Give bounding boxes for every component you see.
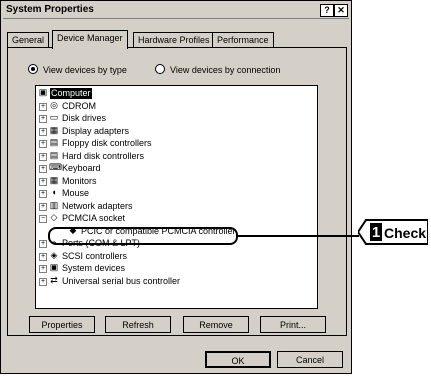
display-icon: ▦ [49,124,59,135]
tab-general[interactable]: General [7,32,50,48]
radio-unselected-icon [155,64,165,74]
tree-item-label: Display adapters [62,125,130,136]
expand-icon[interactable]: + [39,165,47,173]
cdrom-icon: ◎ [50,99,58,110]
tree-item-label: Universal serial bus controller [62,275,181,286]
tab-hardware-profiles[interactable]: Hardware Profiles [133,32,215,48]
system-icon: ▣ [49,262,59,272]
system-properties-window: System Properties ? ✕ General Device Man… [0,0,352,374]
expand-icon[interactable]: + [39,102,47,111]
tree-item-label: Computer [50,88,92,99]
floppy-icon: ▤ [49,137,59,147]
device-manager-panel: View devices by type View devices by con… [7,47,347,336]
monitor-icon: ▦ [49,174,59,185]
properties-button[interactable]: Properties [29,316,95,333]
title-bar: System Properties ? ✕ [3,3,349,19]
tree-item-label: Mouse [62,188,90,198]
window-title: System Properties [6,4,94,15]
collapse-icon[interactable]: − [39,215,47,223]
expand-icon[interactable]: + [39,140,47,148]
keyboard-icon: ⌨ [49,162,62,172]
view-by-type-radio[interactable]: View devices by type [28,64,127,75]
tree-item-label: SCSI controllers [62,250,128,261]
ok-button[interactable]: OK [205,351,271,368]
tree-item-label: CDROM [62,100,96,111]
callout-text: Check [384,225,426,241]
device-tree[interactable]: ▣ Computer + ◎ CDROM + ▭ Disk drives + ▦ Display a… [35,85,318,309]
tree-item-label: Disk drives [62,113,107,123]
computer-icon: ▣ [38,87,48,97]
tree-item-label: Monitors [62,175,97,186]
pcmcia-icon: ◇ [50,212,58,222]
print-button[interactable]: Print... [260,316,326,333]
expand-icon[interactable]: + [39,277,47,286]
view-by-connection-label: View devices by connection [170,65,281,75]
network-icon: ▥ [49,199,59,210]
view-by-type-label: View devices by type [43,65,127,75]
callout-line [237,235,359,237]
usb-icon: ⇄ [50,274,58,285]
check-callout: 1 Check [358,219,428,245]
expand-icon[interactable]: + [39,190,47,198]
view-by-connection-radio[interactable]: View devices by connection [155,64,280,75]
expand-icon[interactable]: + [39,265,47,273]
tree-item-label: Hard disk controllers [62,150,145,161]
tree-item-label: Keyboard [62,163,101,173]
expand-icon[interactable]: + [39,252,47,261]
expand-icon[interactable]: + [39,202,47,211]
tree-item-label: Floppy disk controllers [62,138,152,148]
cancel-button[interactable]: Cancel [277,351,343,368]
disk-drive-icon: ▭ [49,112,59,122]
expand-icon[interactable]: + [39,115,47,123]
radio-selected-icon [28,64,38,74]
expand-icon[interactable]: + [39,240,47,248]
callout-number: 1 [372,224,380,241]
expand-icon[interactable]: + [39,152,47,161]
expand-icon[interactable]: + [39,177,47,186]
tree-item-label: System devices [62,263,126,273]
tree-item-label: PCMCIA socket [62,213,126,223]
mouse-icon: ◖ [51,187,57,197]
remove-button[interactable]: Remove [183,316,249,333]
close-button[interactable]: ✕ [334,4,348,17]
refresh-button[interactable]: Refresh [105,316,171,333]
hdd-icon: ▤ [49,149,59,160]
tab-performance[interactable]: Performance [212,32,274,48]
expand-icon[interactable]: + [39,127,47,136]
tab-device-manager[interactable]: Device Manager [52,30,128,49]
help-button[interactable]: ? [320,4,334,17]
highlight-ring [48,227,238,245]
tree-item-label: Network adapters [62,200,133,211]
scsi-icon: ◈ [50,249,58,260]
